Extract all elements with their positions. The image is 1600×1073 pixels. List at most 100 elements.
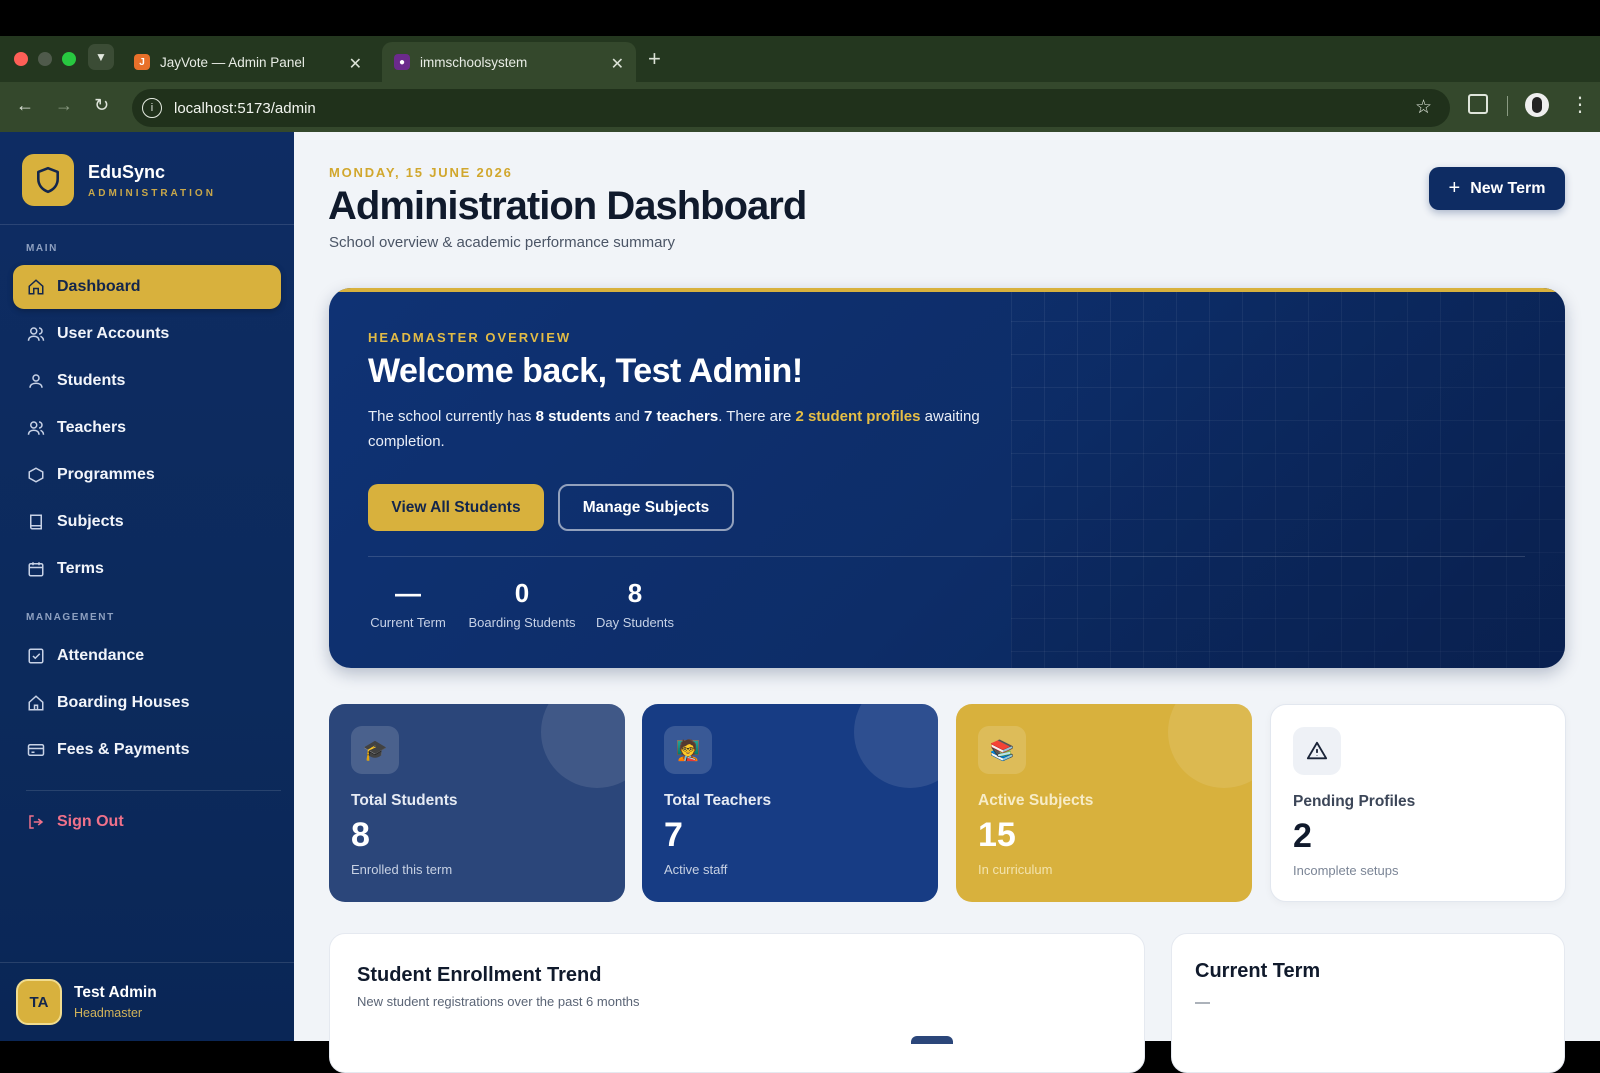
current-term-panel: Current Term —	[1171, 933, 1565, 1073]
sidebar-item-label: Programmes	[57, 466, 155, 483]
browser-menu-icon[interactable]: ⋮	[1570, 92, 1590, 117]
divider	[0, 224, 294, 225]
tab-title: immschoolsystem	[420, 54, 528, 70]
shield-logo-icon	[22, 154, 74, 206]
brand: EduSync ADMINISTRATION	[22, 154, 216, 206]
sidebar-item-label: Boarding Houses	[57, 694, 190, 711]
credit-card-icon	[25, 741, 47, 759]
home-icon	[25, 278, 47, 296]
decorative-circle	[1168, 704, 1252, 788]
card-pending-profiles[interactable]: Pending Profiles 2 Incomplete setups	[1270, 704, 1566, 902]
new-tab-icon[interactable]: +	[648, 46, 661, 72]
sidebar-item-dashboard[interactable]: Dashboard	[13, 265, 281, 309]
stat-label: Boarding Students	[468, 615, 576, 630]
books-icon: 📚	[978, 726, 1026, 774]
accent-bar	[329, 288, 1565, 292]
students-count: 8 students	[535, 408, 611, 425]
bookmark-star-icon[interactable]: ☆	[1415, 96, 1432, 119]
panel-subtitle: New student registrations over the past …	[357, 994, 640, 1009]
sidebar-item-boarding-houses[interactable]: Boarding Houses	[13, 681, 281, 725]
graduation-icon	[25, 466, 47, 484]
stat-value: 0	[514, 578, 530, 608]
sidebar-item-label: Dashboard	[57, 278, 141, 295]
sidebar-item-label: Fees & Payments	[57, 741, 190, 758]
section-main-label: MAIN	[26, 243, 58, 254]
stat-day-students: 8 Day Students	[592, 578, 678, 630]
brand-subtitle: ADMINISTRATION	[88, 187, 216, 199]
user-profile[interactable]: TA Test Admin Headmaster	[0, 962, 294, 1041]
forward-icon[interactable]: →	[55, 95, 73, 116]
sign-out-label: Sign Out	[57, 813, 124, 830]
calendar-icon	[25, 560, 47, 578]
site-info-icon[interactable]: i	[142, 98, 162, 118]
sidebar-item-terms[interactable]: Terms	[13, 547, 281, 591]
user-icon	[25, 372, 47, 390]
stat-value: 8	[627, 578, 643, 608]
sidebar-item-label: Terms	[57, 560, 104, 577]
tab-title: JayVote — Admin Panel	[160, 54, 305, 70]
address-bar[interactable]: i localhost:5173/admin ☆	[132, 89, 1450, 127]
stat-current-term: — Current Term	[368, 578, 448, 630]
card-value: 15	[978, 816, 1016, 854]
close-tab-icon[interactable]: ✕	[611, 54, 624, 74]
profile-avatar[interactable]	[1525, 93, 1549, 117]
card-label: Pending Profiles	[1293, 793, 1416, 810]
manage-subjects-button[interactable]: Manage Subjects	[558, 484, 734, 531]
stat-label: Day Students	[595, 615, 675, 630]
back-icon[interactable]: ←	[16, 95, 34, 116]
hero-description: The school currently has 8 students and …	[368, 404, 1028, 454]
chevron-down-icon: ▼	[95, 50, 107, 64]
sidebar-item-attendance[interactable]: Attendance	[13, 634, 281, 678]
sidebar-item-teachers[interactable]: Teachers	[13, 406, 281, 450]
book-icon	[25, 513, 47, 531]
warning-icon	[1293, 727, 1341, 775]
hero-eyebrow: HEADMASTER OVERVIEW	[368, 330, 572, 345]
url-text[interactable]: localhost:5173/admin	[174, 100, 316, 117]
browser-tab-immschoolsystem[interactable]: ● immschoolsystem ✕	[382, 42, 636, 82]
user-name: Test Admin	[74, 984, 157, 1001]
headmaster-overview-banner: HEADMASTER OVERVIEW Welcome back, Test A…	[329, 288, 1565, 668]
pending-profiles-highlight: 2 student profiles	[795, 408, 921, 425]
card-total-students[interactable]: 🎓 Total Students 8 Enrolled this term	[329, 704, 625, 902]
house-icon	[25, 694, 47, 712]
panel-title: Current Term	[1195, 960, 1321, 982]
app-root: EduSync ADMINISTRATION MAIN Dashboard Us…	[0, 132, 1600, 1073]
sidebar-item-user-accounts[interactable]: User Accounts	[13, 312, 281, 356]
sidebar-item-programmes[interactable]: Programmes	[13, 453, 281, 497]
enrollment-trend-panel: Student Enrollment Trend New student reg…	[329, 933, 1145, 1073]
card-label: Active Subjects	[978, 792, 1094, 809]
divider	[368, 556, 1525, 557]
graduation-cap-icon: 🎓	[351, 726, 399, 774]
decorative-circle	[854, 704, 938, 788]
sidebar-item-students[interactable]: Students	[13, 359, 281, 403]
card-active-subjects[interactable]: 📚 Active Subjects 15 In curriculum	[956, 704, 1252, 902]
maximize-window-button[interactable]	[62, 52, 76, 66]
view-all-students-button[interactable]: View All Students	[368, 484, 544, 531]
hero-title: Welcome back, Test Admin!	[368, 352, 803, 390]
tab-search-button[interactable]: ▼	[88, 44, 114, 70]
sidebar-item-label: Attendance	[57, 647, 145, 664]
sidebar-item-fees-payments[interactable]: Fees & Payments	[13, 728, 281, 772]
divider	[26, 790, 281, 791]
main-content: MONDAY, 15 JUNE 2026 Administration Dash…	[294, 132, 1600, 1073]
site-favicon-icon: ●	[394, 54, 410, 70]
card-subtext: In curriculum	[978, 862, 1053, 877]
jayvote-favicon-icon: J	[134, 54, 150, 70]
new-term-button[interactable]: + New Term	[1429, 167, 1565, 210]
new-term-label: New Term	[1470, 179, 1546, 197]
card-total-teachers[interactable]: 🧑‍🏫 Total Teachers 7 Active staff	[642, 704, 938, 902]
browser-tab-jayvote[interactable]: J JayVote — Admin Panel ✕	[122, 42, 374, 82]
plus-icon: +	[1448, 177, 1461, 199]
card-subtext: Incomplete setups	[1293, 863, 1399, 878]
sidebar-item-label: User Accounts	[57, 325, 170, 342]
close-window-button[interactable]	[14, 52, 28, 66]
close-tab-icon[interactable]: ✕	[349, 54, 362, 74]
minimize-window-button[interactable]	[38, 52, 52, 66]
sidebar-item-subjects[interactable]: Subjects	[13, 500, 281, 544]
card-label: Total Teachers	[664, 792, 772, 809]
sign-out-button[interactable]: Sign Out	[13, 800, 281, 844]
page-subtitle: School overview & academic performance s…	[329, 234, 675, 251]
extensions-icon[interactable]	[1468, 94, 1488, 114]
reload-icon[interactable]: ↻	[94, 95, 109, 116]
sidebar: EduSync ADMINISTRATION MAIN Dashboard Us…	[0, 132, 294, 1041]
